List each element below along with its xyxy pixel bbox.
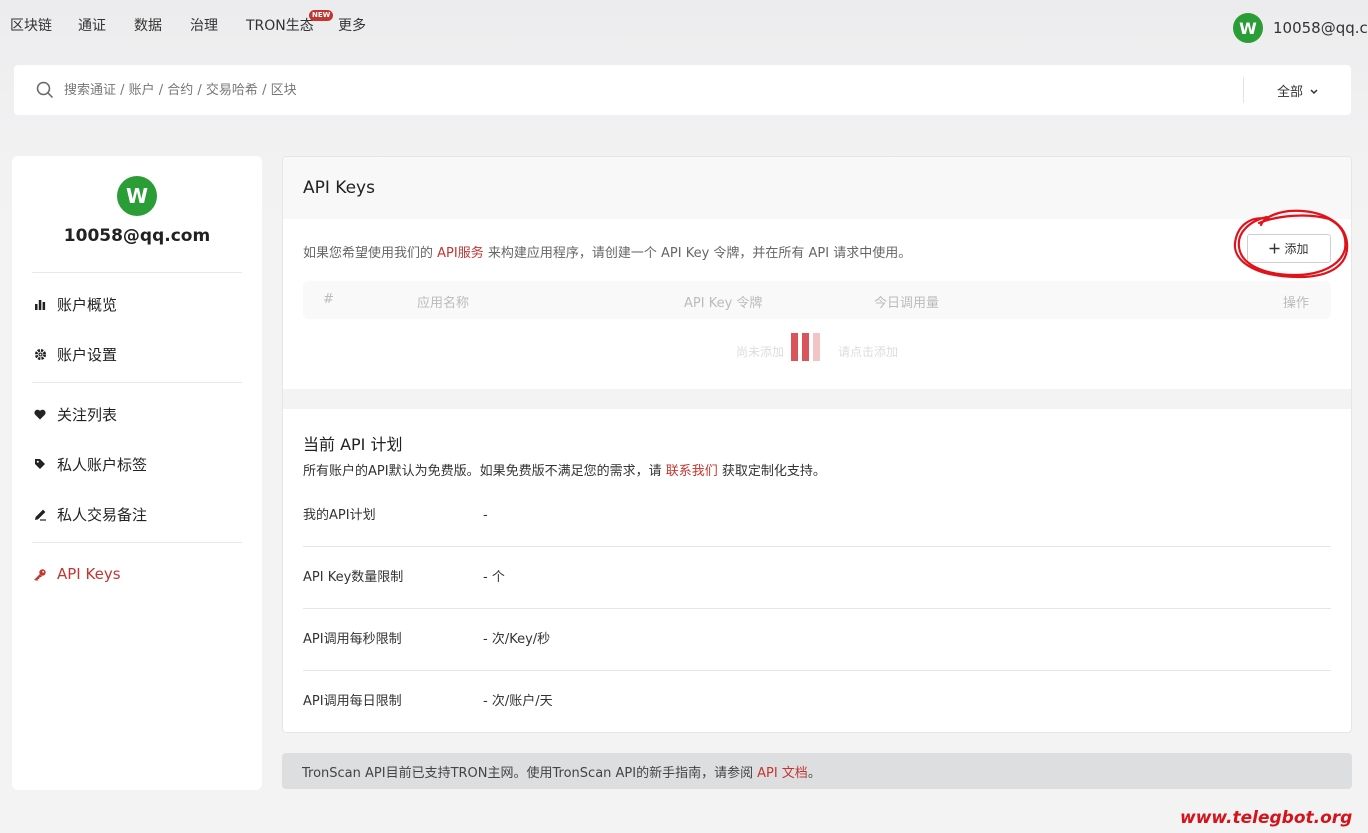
sidebar-item-private-notes[interactable]: 私人交易备注 (32, 499, 242, 529)
plan-row: API调用每日限制 - 次/账户/天 (303, 671, 1331, 732)
empty-text: 请点击添加 (838, 345, 899, 359)
search-icon (36, 81, 54, 99)
column-header: 今日调用量 (874, 296, 940, 311)
account-sidebar: W 10058@qq.com 账户概览 账户设置 关注列表 私人账户标签 私人交… (12, 156, 262, 790)
add-api-key-button[interactable]: 添加 (1247, 234, 1331, 263)
empty-table-state: 尚未添加 请点击添加 (283, 329, 1351, 369)
user-menu[interactable]: W 10058@qq.com (1233, 13, 1368, 43)
loading-spinner (791, 333, 820, 361)
description-text: 所有账户的API默认为免费版。如果免费版不满足您的需求，请 (303, 464, 662, 479)
sidebar-item-label: API Keys (57, 565, 121, 583)
bar-chart-icon (32, 296, 48, 312)
nav-item-governance[interactable]: 治理 (190, 15, 218, 35)
search-filter-label: 全部 (1277, 85, 1304, 100)
plan-description: 所有账户的API默认为免费版。如果免费版不满足您的需求，请 联系我们 获取定制化… (303, 460, 826, 479)
top-navigation: 区块链 通证 数据 治理 TRON生态 NEW 更多 W 10058@qq.co… (0, 0, 1368, 50)
user-email: 10058@qq.com (1273, 19, 1368, 37)
plan-row-key: API调用每日限制 (303, 694, 402, 709)
gear-icon (32, 346, 48, 362)
note-text: TronScan API目前已支持TRON主网。使用TronScan API的新… (302, 765, 754, 781)
nav-item-tokens[interactable]: 通证 (78, 15, 106, 35)
plan-row: 我的API计划 - (303, 485, 1331, 547)
sidebar-item-private-labels[interactable]: 私人账户标签 (32, 449, 242, 479)
column-header: API Key 令牌 (684, 296, 763, 311)
plan-row-key: API Key数量限制 (303, 570, 404, 585)
sidebar-item-watchlist[interactable]: 关注列表 (32, 399, 242, 429)
nav-item-tron-ecosystem[interactable]: TRON生态 (246, 15, 314, 35)
search-filter-dropdown[interactable]: 全部 (1277, 81, 1319, 100)
description-text: 如果您希望使用我们的 (303, 246, 434, 261)
plan-row: API调用每秒限制 - 次/Key/秒 (303, 609, 1331, 671)
avatar: W (117, 176, 157, 216)
nav-item-blockchain[interactable]: 区块链 (10, 15, 52, 35)
sidebar-item-label: 账户概览 (57, 295, 118, 314)
contact-us-link[interactable]: 联系我们 (666, 464, 718, 479)
sidebar-item-label: 账户设置 (57, 345, 118, 364)
sidebar-item-account-overview[interactable]: 账户概览 (32, 289, 242, 319)
sidebar-item-api-keys[interactable]: API Keys (32, 559, 242, 589)
tag-icon (32, 456, 48, 472)
plan-row-value: - (483, 508, 488, 523)
pencil-icon (32, 506, 48, 522)
search-input[interactable] (64, 65, 1164, 115)
plus-icon (1269, 243, 1280, 254)
empty-text: 尚未添加 (736, 345, 785, 359)
sidebar-item-label: 私人账户标签 (57, 455, 148, 474)
plan-row-value: - 次/账户/天 (483, 694, 553, 709)
api-docs-link[interactable]: API 文档 (757, 762, 808, 781)
search-divider (1243, 77, 1244, 103)
plan-row-value: - 个 (483, 570, 505, 585)
description-text: 获取定制化支持。 (721, 464, 826, 479)
plan-title: 当前 API 计划 (303, 435, 403, 454)
plan-row: API Key数量限制 - 个 (303, 547, 1331, 609)
note-text: 。 (807, 765, 821, 781)
watermark: www.telegbot.org (1180, 808, 1353, 828)
sidebar-item-label: 关注列表 (57, 405, 118, 424)
page-title: API Keys (303, 178, 375, 198)
plan-row-key: 我的API计划 (303, 508, 376, 523)
sidebar-item-label: 私人交易备注 (57, 505, 148, 524)
api-keys-card: API Keys 如果您希望使用我们的 API服务 来构建应用程序，请创建一个 … (282, 156, 1352, 733)
divider (32, 272, 242, 273)
chevron-down-icon (1310, 89, 1318, 95)
plan-row-key: API调用每秒限制 (303, 632, 402, 647)
column-header: # (323, 292, 334, 307)
sidebar-user-email: 10058@qq.com (63, 226, 211, 246)
heart-icon (32, 406, 48, 422)
section-divider (283, 389, 1351, 409)
column-header: 应用名称 (417, 296, 470, 311)
api-keys-header: API Keys (283, 157, 1351, 219)
add-button-label: 添加 (1284, 242, 1309, 256)
api-keys-description: 如果您希望使用我们的 API服务 来构建应用程序，请创建一个 API Key 令… (303, 242, 911, 261)
divider (32, 542, 242, 543)
api-docs-note: TronScan API目前已支持TRON主网。使用TronScan API的新… (282, 753, 1352, 789)
column-header: 操作 (1283, 296, 1310, 311)
divider (32, 382, 242, 383)
description-text: 来构建应用程序，请创建一个 API Key 令牌，并在所有 API 请求中使用。 (487, 246, 912, 261)
sidebar-item-account-settings[interactable]: 账户设置 (32, 339, 242, 369)
search-bar: 全部 (14, 65, 1351, 115)
avatar: W (1233, 13, 1263, 43)
nav-item-data[interactable]: 数据 (134, 15, 162, 35)
nav-item-more[interactable]: 更多 (338, 15, 366, 35)
api-service-link[interactable]: API服务 (437, 246, 484, 261)
key-icon (32, 566, 48, 582)
new-badge: NEW (309, 10, 334, 21)
plan-row-value: - 次/Key/秒 (483, 632, 551, 647)
api-keys-table-header: # 应用名称 API Key 令牌 今日调用量 操作 (303, 281, 1331, 319)
